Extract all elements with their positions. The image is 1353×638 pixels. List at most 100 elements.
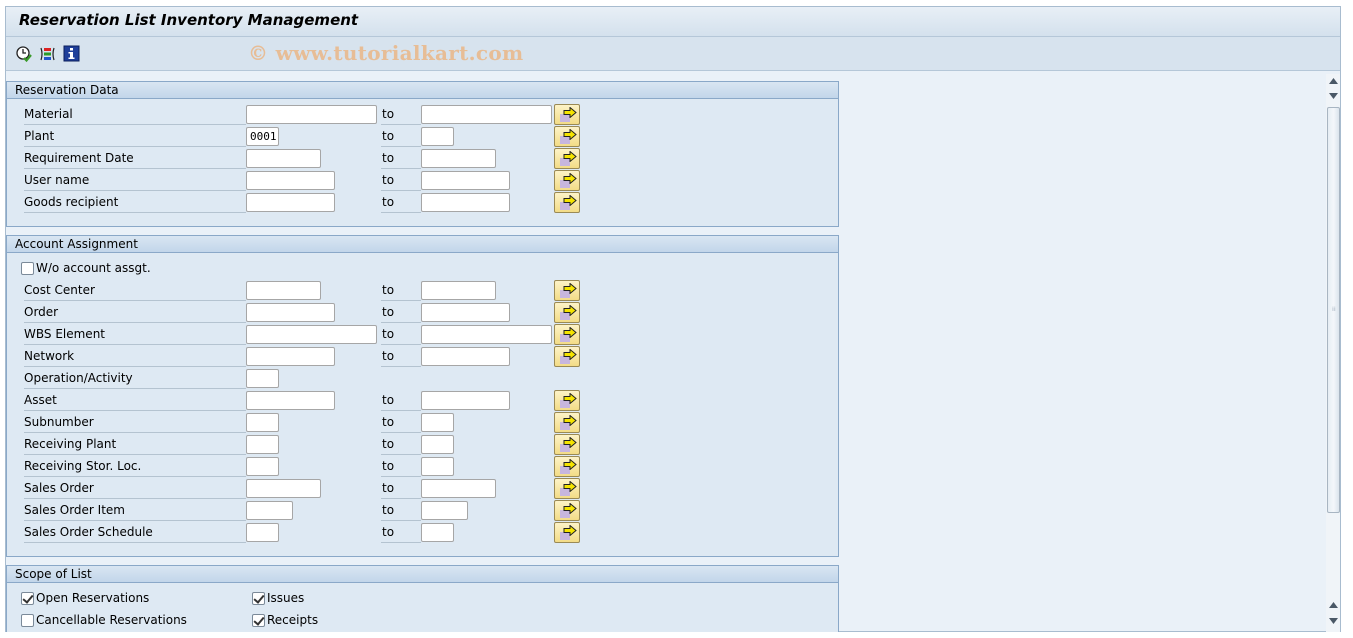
- asset-to-input[interactable]: [421, 391, 510, 410]
- multiple-selection-button[interactable]: [554, 126, 580, 147]
- receiving-stor-loc-from-input[interactable]: [246, 457, 279, 476]
- without-account-row: W/o account assgt.: [7, 258, 838, 280]
- user-name-to-input[interactable]: [421, 171, 510, 190]
- sales-order-item-from-input[interactable]: [246, 501, 293, 520]
- requirement-date-from-input[interactable]: [246, 149, 321, 168]
- status-bar: [0, 632, 1353, 638]
- material-to-input[interactable]: [421, 105, 552, 124]
- grip-icon: ⁞⁞: [1332, 306, 1336, 313]
- vertical-scrollbar[interactable]: ⁞⁞: [1326, 74, 1340, 633]
- user-name-from-input[interactable]: [246, 171, 335, 190]
- field-row-material: Material to: [7, 104, 838, 126]
- without-account-checkbox[interactable]: [21, 262, 34, 275]
- field-row-subnumber: Subnumber to: [7, 412, 838, 434]
- field-row-sales-order-schedule: Sales Order Schedule to: [7, 522, 838, 544]
- field-row-plant: Plant 0001 to: [7, 126, 838, 148]
- group-title: Account Assignment: [7, 236, 838, 253]
- network-from-input[interactable]: [246, 347, 335, 366]
- field-row-receiving-plant: Receiving Plant to: [7, 434, 838, 456]
- info-icon[interactable]: [63, 45, 81, 63]
- multiple-selection-button[interactable]: [554, 192, 580, 213]
- cost-center-from-input[interactable]: [246, 281, 321, 300]
- receiving-stor-loc-to-input[interactable]: [421, 457, 454, 476]
- sales-order-from-input[interactable]: [246, 479, 321, 498]
- title-bar: Reservation List Inventory Management: [6, 7, 1340, 37]
- group-title: Reservation Data: [7, 82, 838, 99]
- scroll-thumb[interactable]: ⁞⁞: [1327, 107, 1340, 513]
- field-row-goods-recipient: Goods recipient to: [7, 192, 838, 214]
- multiple-selection-button[interactable]: [554, 104, 580, 125]
- subnumber-from-input[interactable]: [246, 413, 279, 432]
- subnumber-to-input[interactable]: [421, 413, 454, 432]
- group-scope-of-list: Scope of List Open Reservations Issues Can…: [6, 565, 839, 633]
- field-label: Order: [24, 302, 246, 323]
- to-label: to: [381, 104, 421, 125]
- scroll-down-button-bottom[interactable]: [1326, 614, 1340, 628]
- multiple-selection-button[interactable]: [554, 302, 580, 323]
- field-label: Operation/Activity: [24, 368, 246, 389]
- goods-recipient-to-input[interactable]: [421, 193, 510, 212]
- goods-recipient-from-input[interactable]: [246, 193, 335, 212]
- receiving-plant-to-input[interactable]: [421, 435, 454, 454]
- scroll-down-button[interactable]: [1326, 89, 1340, 103]
- to-label: to: [381, 324, 421, 345]
- plant-from-input[interactable]: 0001: [246, 127, 279, 146]
- plant-to-input[interactable]: [421, 127, 454, 146]
- field-label: Sales Order: [24, 478, 246, 499]
- scroll-up-button-bottom[interactable]: [1326, 598, 1340, 612]
- to-label: to: [381, 412, 421, 433]
- to-label: to: [381, 456, 421, 477]
- operation-activity-from-input[interactable]: [246, 369, 279, 388]
- receiving-plant-from-input[interactable]: [246, 435, 279, 454]
- sales-order-to-input[interactable]: [421, 479, 496, 498]
- multiple-selection-button[interactable]: [554, 170, 580, 191]
- group-title: Scope of List: [7, 566, 838, 583]
- field-row-sales-order: Sales Order to: [7, 478, 838, 500]
- scope-option-open-reservations: Open Reservations: [7, 588, 227, 610]
- sales-order-schedule-to-input[interactable]: [421, 523, 454, 542]
- field-row-sales-order-item: Sales Order Item to: [7, 500, 838, 522]
- multiple-selection-button[interactable]: [554, 346, 580, 367]
- to-label: to: [381, 280, 421, 301]
- field-label: Plant: [24, 126, 246, 147]
- issues-checkbox[interactable]: [252, 592, 265, 605]
- application-toolbar: © www.tutorialkart.com: [6, 37, 1340, 71]
- multiple-selection-button[interactable]: [554, 390, 580, 411]
- network-to-input[interactable]: [421, 347, 510, 366]
- material-from-input[interactable]: [246, 105, 377, 124]
- field-label: Sales Order Item: [24, 500, 246, 521]
- field-label: User name: [24, 170, 246, 191]
- asset-from-input[interactable]: [246, 391, 335, 410]
- field-row-requirement-date: Requirement Date to: [7, 148, 838, 170]
- to-label: to: [381, 434, 421, 455]
- execute-clock-icon[interactable]: [15, 45, 33, 63]
- sales-order-item-to-input[interactable]: [421, 501, 468, 520]
- order-from-input[interactable]: [246, 303, 335, 322]
- cost-center-to-input[interactable]: [421, 281, 496, 300]
- multiple-selection-button[interactable]: [554, 522, 580, 543]
- scope-option-issues: Issues: [238, 588, 458, 610]
- requirement-date-to-input[interactable]: [421, 149, 496, 168]
- multiple-selection-button[interactable]: [554, 412, 580, 433]
- multiple-selection-button[interactable]: [554, 324, 580, 345]
- multiple-selection-button[interactable]: [554, 456, 580, 477]
- wbs-element-to-input[interactable]: [421, 325, 552, 344]
- multiple-selection-button[interactable]: [554, 478, 580, 499]
- multiple-selection-button[interactable]: [554, 434, 580, 455]
- field-label: WBS Element: [24, 324, 246, 345]
- cancellable-reservations-checkbox[interactable]: [21, 614, 34, 627]
- to-label: to: [381, 126, 421, 147]
- multiple-selection-button[interactable]: [554, 148, 580, 169]
- multiple-selection-button[interactable]: [554, 500, 580, 521]
- order-to-input[interactable]: [421, 303, 510, 322]
- receipts-checkbox[interactable]: [252, 614, 265, 627]
- open-reservations-checkbox[interactable]: [21, 592, 34, 605]
- multiple-selection-button[interactable]: [554, 280, 580, 301]
- selection-options-icon[interactable]: [39, 45, 57, 63]
- field-row-order: Order to: [7, 302, 838, 324]
- wbs-element-from-input[interactable]: [246, 325, 377, 344]
- field-row-cost-center: Cost Center to: [7, 280, 838, 302]
- scroll-up-button[interactable]: [1326, 74, 1340, 88]
- to-label: to: [381, 478, 421, 499]
- sales-order-schedule-from-input[interactable]: [246, 523, 279, 542]
